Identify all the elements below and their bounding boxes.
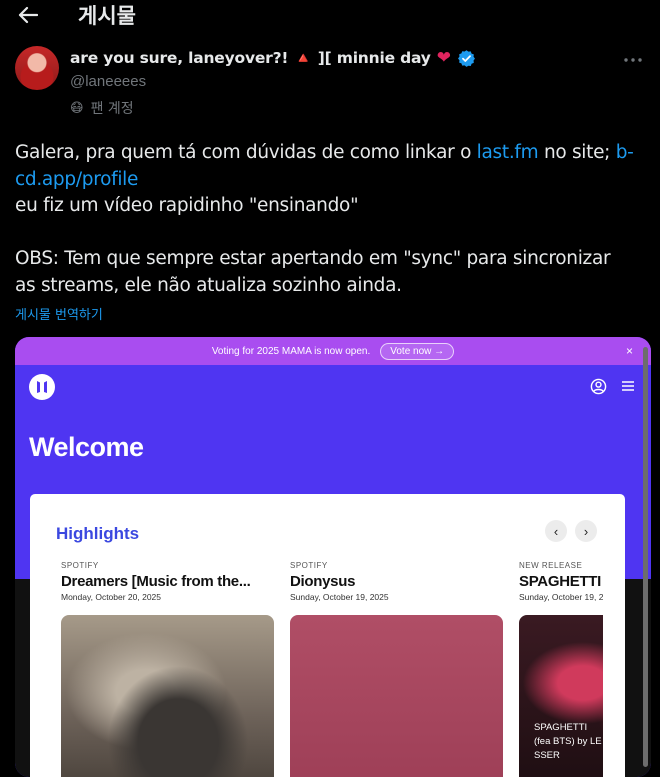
banner-text: Voting for 2025 MAMA is now open. (211, 345, 371, 357)
item-date: Sunday, October 19, 20 (519, 592, 603, 602)
heart-emoji: ❤ (436, 48, 451, 67)
highlight-thumbnail[interactable]: SPAGHETTI (fea BTS) by LE SSER (519, 615, 603, 777)
item-title: Dionysus (290, 573, 356, 590)
welcome-heading: Welcome (29, 432, 144, 462)
more-dots-icon (624, 58, 642, 62)
highlights-title: Highlights (56, 524, 140, 543)
highlight-item[interactable]: SPOTIFY Dionysus Sunday, October 19, 202… (290, 561, 503, 602)
mask-emoji-icon: 😷 (70, 100, 84, 116)
tweet-text-part: Galera, pra quem tá com dúvidas de como … (15, 142, 477, 163)
vote-now-button[interactable]: Vote now → (380, 342, 455, 360)
item-source: SPOTIFY (290, 561, 328, 570)
hamburger-menu-icon[interactable] (621, 380, 635, 392)
highlight-item-clipped[interactable]: NEW RELEASE SPAGHETTI Sunday, October 19… (519, 494, 603, 777)
banner-close-icon[interactable]: × (626, 344, 633, 358)
account-label-text: 팬 계정 (90, 101, 134, 117)
item-title: SPAGHETTI (519, 573, 602, 590)
item-date: Monday, October 20, 2025 (61, 592, 162, 602)
site-banner: Voting for 2025 MAMA is now open. Vote n… (15, 337, 651, 365)
tweet-text-line3: OBS: Tem que sempre estar apertando em "… (15, 248, 611, 296)
highlight-thumbnail[interactable] (290, 615, 503, 777)
user-account-icon[interactable] (590, 378, 607, 395)
highlight-item[interactable]: NEW RELEASE SPAGHETTI Sunday, October 19… (519, 561, 603, 602)
item-date: Sunday, October 19, 2025 (290, 592, 389, 602)
tweet-media[interactable]: Voting for 2025 MAMA is now open. Vote n… (15, 337, 651, 777)
tweet-text: Galera, pra quem tá com dúvidas de como … (15, 140, 635, 299)
back-button[interactable] (14, 2, 42, 28)
highlight-thumbnail[interactable] (61, 615, 274, 777)
tweet-text-part: no site; (538, 142, 616, 163)
lastfm-link[interactable]: last.fm (477, 142, 539, 163)
item-source: NEW RELEASE (519, 561, 583, 570)
highlight-item[interactable]: SPOTIFY Dreamers [Music from the... Mond… (61, 561, 274, 602)
account-label: 😷 팬 계정 (70, 98, 134, 118)
name-row: are you sure, laneyover?! 🔺 ][ minnie da… (70, 48, 476, 68)
page-title: 게시물 (78, 4, 136, 28)
more-options-button[interactable] (621, 52, 645, 68)
highlights-card: Highlights ‹ › SPOTIFY Dreamers [Music f… (30, 494, 625, 777)
display-name[interactable]: are you sure, laneyover?! 🔺 ][ minnie da… (70, 49, 431, 67)
translate-post-link[interactable]: 게시물 번역하기 (15, 304, 103, 323)
user-handle[interactable]: @laneeees (70, 73, 146, 90)
bts-logo-icon[interactable] (29, 374, 55, 400)
tweet-text-line2: eu fiz um vídeo rapidinho "ensinando" (15, 195, 359, 216)
verified-badge-icon[interactable] (457, 49, 476, 68)
scrollbar[interactable] (643, 347, 648, 767)
item-title: Dreamers [Music from the... (61, 573, 251, 590)
arrow-left-icon (18, 6, 38, 24)
avatar[interactable] (15, 46, 59, 90)
site-nav (15, 365, 651, 410)
tweet-author: are you sure, laneyover?! 🔺 ][ minnie da… (15, 46, 645, 126)
top-bar: 게시물 (0, 0, 660, 30)
item-source: SPOTIFY (61, 561, 99, 570)
thumbnail-caption: SPAGHETTI (fea BTS) by LE SSER (534, 722, 602, 761)
